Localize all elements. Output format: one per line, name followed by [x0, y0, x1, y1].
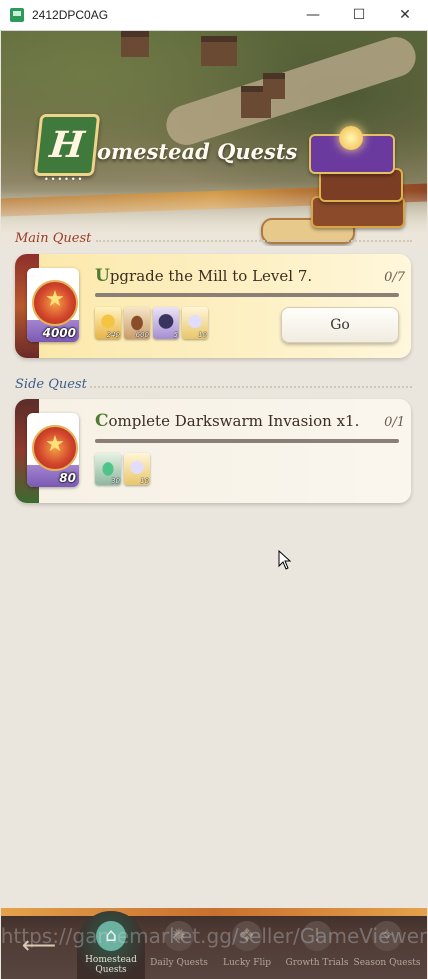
sun-icon: ✹ [164, 921, 194, 951]
quest-title-text: omplete Darkswarm Invasion x1. [108, 412, 360, 430]
house-icon: ⌂ [96, 921, 126, 951]
tab-label: Growth Trials [285, 958, 349, 968]
cards-icon: ❖ [232, 921, 262, 951]
window-titlebar: 2412DPC0AG — ☐ ✕ [0, 0, 428, 31]
quest-title: Upgrade the Mill to Level 7. [95, 266, 312, 286]
item-quantity: 240 [106, 331, 120, 339]
quest-progress: 0/7 [384, 270, 405, 285]
item-quantity: 600 [135, 331, 149, 339]
reward-amount: 4000 [42, 326, 76, 340]
go-button[interactable]: Go [281, 307, 399, 343]
nav-top-trim [1, 908, 427, 916]
logo-dots: •••••• [44, 175, 85, 184]
star-icon [339, 126, 363, 150]
reward-tile[interactable]: 4000 [27, 268, 79, 342]
tab-label: Homestead Quests [85, 955, 137, 975]
back-button[interactable]: ⟵ [21, 931, 57, 959]
homestead-logo: H [33, 114, 101, 176]
item-quantity: 30 [111, 477, 120, 485]
tab-growth-trials[interactable]: ! Growth Trials [283, 919, 351, 977]
tab-daily-quests[interactable]: ✹ Daily Quests [145, 919, 213, 977]
app-icon [10, 8, 24, 22]
minimize-button[interactable]: — [290, 0, 336, 30]
back-arrow-icon: ⟵ [21, 931, 57, 959]
tab-lucky-flip[interactable]: ❖ Lucky Flip [213, 919, 281, 977]
main-quest-card: 4000 Upgrade the Mill to Level 7. 0/7 24… [15, 254, 411, 358]
quest-title-initial: U [95, 266, 110, 286]
reward-item[interactable]: 600 [124, 307, 150, 339]
window-title: 2412DPC0AG [32, 8, 109, 22]
reward-tile[interactable]: 80 [27, 413, 79, 487]
tab-homestead-quests[interactable]: ⌂ Homestead Quests [77, 911, 145, 979]
progress-bar [95, 439, 399, 443]
item-quantity: 5 [173, 331, 178, 339]
reward-item[interactable]: 240 [95, 307, 121, 339]
side-quest-label: Side Quest [15, 377, 87, 392]
tab-label: Lucky Flip [223, 958, 271, 968]
logo-letter: H [47, 124, 87, 166]
quest-progress: 0/1 [384, 415, 405, 430]
reward-item[interactable]: 5 [153, 307, 179, 339]
quest-books-illustration [261, 126, 416, 246]
item-quantity: 10 [198, 331, 207, 339]
medal-icon [32, 425, 78, 471]
main-quest-divider [96, 240, 412, 242]
tab-label: Daily Quests [150, 958, 208, 968]
progress-bar [95, 293, 399, 297]
alert-scroll-icon: ! [302, 921, 332, 951]
side-quest-divider [90, 386, 412, 388]
maximize-button[interactable]: ☐ [336, 0, 382, 30]
quest-title-text: pgrade the Mill to Level 7. [109, 267, 313, 285]
reward-item[interactable]: 30 [95, 453, 121, 485]
village-house [201, 36, 237, 66]
main-quest-label: Main Quest [15, 231, 92, 246]
village-house [121, 31, 149, 57]
quest-title: Complete Darkswarm Invasion x1. [95, 411, 359, 431]
reward-item[interactable]: 10 [124, 453, 150, 485]
reward-item[interactable]: 10 [182, 307, 208, 339]
medal-icon [32, 280, 78, 326]
bottom-nav: ⟵ ⌂ Homestead Quests ✹ Daily Quests ❖ Lu… [1, 908, 427, 979]
compass-icon: ✧ [372, 921, 402, 951]
window-controls: — ☐ ✕ [290, 0, 428, 30]
quest-title-initial: C [95, 411, 109, 431]
mouse-cursor-icon [278, 550, 292, 570]
reward-amount: 80 [59, 471, 76, 485]
close-button[interactable]: ✕ [382, 0, 428, 30]
side-quest-card: 80 Complete Darkswarm Invasion x1. 0/1 3… [15, 399, 411, 503]
item-quantity: 10 [140, 477, 149, 485]
village-house [263, 73, 285, 99]
tab-season-quests[interactable]: ✧ Season Quests [353, 919, 421, 977]
tab-label: Season Quests [353, 958, 421, 968]
header-banner: H •••••• omestead Quests [1, 31, 427, 246]
page-title: omestead Quests [97, 139, 298, 164]
